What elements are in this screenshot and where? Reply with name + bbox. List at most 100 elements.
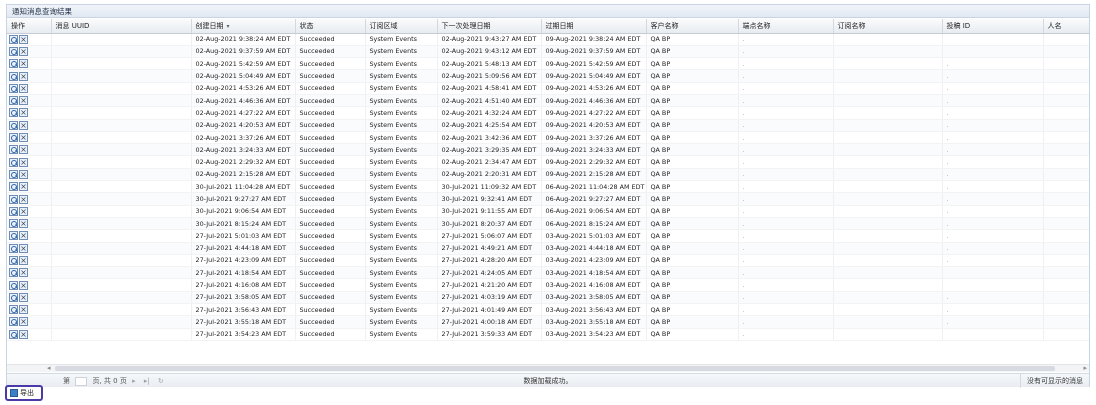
table-row[interactable]: × 02-Aug-2021 4:46:36 AM EDT Succeeded Syst… (7, 94, 1089, 108)
view-icon[interactable] (9, 329, 18, 339)
table-row[interactable]: × 02-Aug-2021 4:20:53 AM EDT Succeeded Syst… (7, 119, 1089, 132)
delete-icon[interactable]: × (19, 268, 28, 278)
delete-icon[interactable]: × (19, 145, 28, 155)
delete-icon[interactable]: × (19, 219, 28, 229)
table-row[interactable]: × 02-Aug-2021 4:53:26 AM EDT Succeeded Syst… (7, 82, 1089, 95)
delete-icon[interactable]: × (19, 71, 28, 81)
cell-region: System Events (365, 278, 438, 292)
table-row[interactable]: × 02-Aug-2021 9:38:24 AM EDT Succeeded Syst… (7, 33, 1089, 46)
table-row[interactable]: × 30-Jul-2021 9:06:54 AM EDT Succeeded Syst… (7, 205, 1089, 218)
delete-icon[interactable]: × (19, 243, 28, 253)
view-icon[interactable] (9, 83, 18, 93)
view-icon[interactable] (9, 108, 18, 118)
view-icon[interactable] (9, 305, 18, 315)
view-icon[interactable] (9, 219, 18, 229)
table-row[interactable]: × 02-Aug-2021 2:15:28 AM EDT Succeeded Syst… (7, 168, 1089, 182)
scrollbar-thumb[interactable] (55, 366, 1055, 371)
export-button[interactable]: 导出 (5, 385, 43, 401)
col-header-region[interactable]: 订阅区域 (365, 19, 438, 34)
table-row[interactable]: × 27-Jul-2021 4:44:18 AM EDT Succeeded Syst… (7, 242, 1089, 255)
view-icon[interactable] (9, 268, 18, 278)
delete-icon[interactable]: × (19, 317, 28, 327)
delete-icon[interactable]: × (19, 133, 28, 143)
view-icon[interactable] (9, 182, 18, 192)
cell-endpoint: . (738, 131, 834, 145)
col-header-expire[interactable]: 过期日期 (541, 19, 647, 34)
view-icon[interactable] (9, 169, 18, 179)
col-header-uuid[interactable]: 消息 UUID (51, 19, 192, 34)
view-icon[interactable] (9, 280, 18, 290)
table-row[interactable]: × 27-Jul-2021 3:58:05 AM EDT Succeeded Syst… (7, 291, 1089, 305)
delete-icon[interactable]: × (19, 292, 28, 302)
table-row[interactable]: × 30-Jul-2021 8:15:24 AM EDT Succeeded Syst… (7, 217, 1089, 231)
delete-icon[interactable]: × (19, 96, 28, 106)
cell-post-id (942, 45, 1044, 59)
view-icon[interactable] (9, 255, 18, 265)
cell-created: 02-Aug-2021 5:42:59 AM EDT (191, 57, 296, 71)
cell-created: 27-Jul-2021 5:01:03 AM EDT (191, 229, 296, 243)
delete-icon[interactable]: × (19, 120, 28, 130)
table-row[interactable]: × 30-Jul-2021 9:27:27 AM EDT Succeeded Syst… (7, 192, 1089, 206)
view-icon[interactable] (9, 145, 18, 155)
col-header-next[interactable]: 下一次处理日期 (437, 19, 542, 34)
view-icon[interactable] (9, 206, 18, 216)
table-row[interactable]: × 27-Jul-2021 4:23:09 AM EDT Succeeded Syst… (7, 254, 1089, 268)
table-row[interactable]: × 27-Jul-2021 3:54:23 AM EDT Succeeded Syst… (7, 328, 1089, 341)
table-row[interactable]: × 27-Jul-2021 3:56:43 AM EDT Succeeded Syst… (7, 303, 1089, 317)
delete-icon[interactable]: × (19, 59, 28, 69)
col-header-subscription[interactable]: 订阅名称 (833, 19, 943, 34)
table-row[interactable]: × 27-Jul-2021 5:01:03 AM EDT Succeeded Syst… (7, 229, 1089, 243)
view-icon[interactable] (9, 292, 18, 302)
col-header-person[interactable]: 人名 (1043, 19, 1089, 34)
delete-icon[interactable]: × (19, 305, 28, 315)
delete-icon[interactable]: × (19, 280, 28, 290)
view-icon[interactable] (9, 133, 18, 143)
delete-icon[interactable]: × (19, 194, 28, 204)
view-icon[interactable] (9, 231, 18, 241)
table-row[interactable]: × 30-Jul-2021 11:04:28 AM EDT Succeeded Sys… (7, 180, 1089, 194)
table-row[interactable]: × 02-Aug-2021 5:04:49 AM EDT Succeeded Syst… (7, 69, 1089, 83)
delete-icon[interactable]: × (19, 182, 28, 192)
view-icon[interactable] (9, 157, 18, 167)
delete-icon[interactable]: × (19, 206, 28, 216)
col-header-status[interactable]: 状态 (295, 19, 366, 34)
view-icon[interactable] (9, 120, 18, 130)
scroll-left-icon[interactable]: ◂ (47, 364, 51, 372)
col-header-post-id[interactable]: 投稿 ID (942, 19, 1044, 34)
view-icon[interactable] (9, 71, 18, 81)
view-icon[interactable] (9, 34, 18, 44)
col-header-customer[interactable]: 客户名称 (646, 19, 739, 34)
table-row[interactable]: × 02-Aug-2021 2:29:32 AM EDT Succeeded Syst… (7, 155, 1089, 169)
delete-icon[interactable]: × (19, 329, 28, 339)
delete-icon[interactable]: × (19, 46, 28, 56)
table-row[interactable]: × 02-Aug-2021 3:37:26 AM EDT Succeeded Syst… (7, 131, 1089, 145)
col-header-endpoint[interactable]: 端点名称 (738, 19, 834, 34)
delete-icon[interactable]: × (19, 157, 28, 167)
horizontal-scrollbar[interactable]: ◂ ▸ (7, 364, 1089, 372)
col-header-ops[interactable]: 操作 (7, 19, 52, 34)
view-icon[interactable] (9, 46, 18, 56)
table-row[interactable]: × 02-Aug-2021 3:24:33 AM EDT Succeeded Syst… (7, 143, 1089, 157)
view-icon[interactable] (9, 317, 18, 327)
delete-icon[interactable]: × (19, 231, 28, 241)
view-icon[interactable] (9, 59, 18, 69)
delete-icon[interactable]: × (19, 34, 28, 44)
table-row[interactable]: × 27-Jul-2021 4:16:08 AM EDT Succeeded Syst… (7, 278, 1089, 292)
view-icon[interactable] (9, 243, 18, 253)
col-header-created[interactable]: 创建日期 ▾ (191, 19, 296, 34)
table-row[interactable]: × 27-Jul-2021 3:55:18 AM EDT Succeeded Syst… (7, 315, 1089, 329)
cell-next: 27-Jul-2021 4:49:21 AM EDT (437, 242, 542, 255)
view-icon[interactable] (9, 194, 18, 204)
table-row[interactable]: × 02-Aug-2021 4:27:22 AM EDT Succeeded Syst… (7, 106, 1089, 120)
view-icon[interactable] (9, 96, 18, 106)
delete-icon[interactable]: × (19, 255, 28, 265)
row-actions: × (7, 315, 52, 329)
delete-icon[interactable]: × (19, 83, 28, 93)
table-row[interactable]: × 02-Aug-2021 9:37:59 AM EDT Succeeded Syst… (7, 45, 1089, 59)
delete-icon[interactable]: × (19, 169, 28, 179)
scroll-right-icon[interactable]: ▸ (1083, 364, 1087, 372)
cell-customer: QA BP (646, 303, 739, 317)
delete-icon[interactable]: × (19, 108, 28, 118)
table-row[interactable]: × 27-Jul-2021 4:18:54 AM EDT Succeeded Syst… (7, 266, 1089, 280)
table-row[interactable]: × 02-Aug-2021 5:42:59 AM EDT Succeeded Syst… (7, 57, 1089, 71)
